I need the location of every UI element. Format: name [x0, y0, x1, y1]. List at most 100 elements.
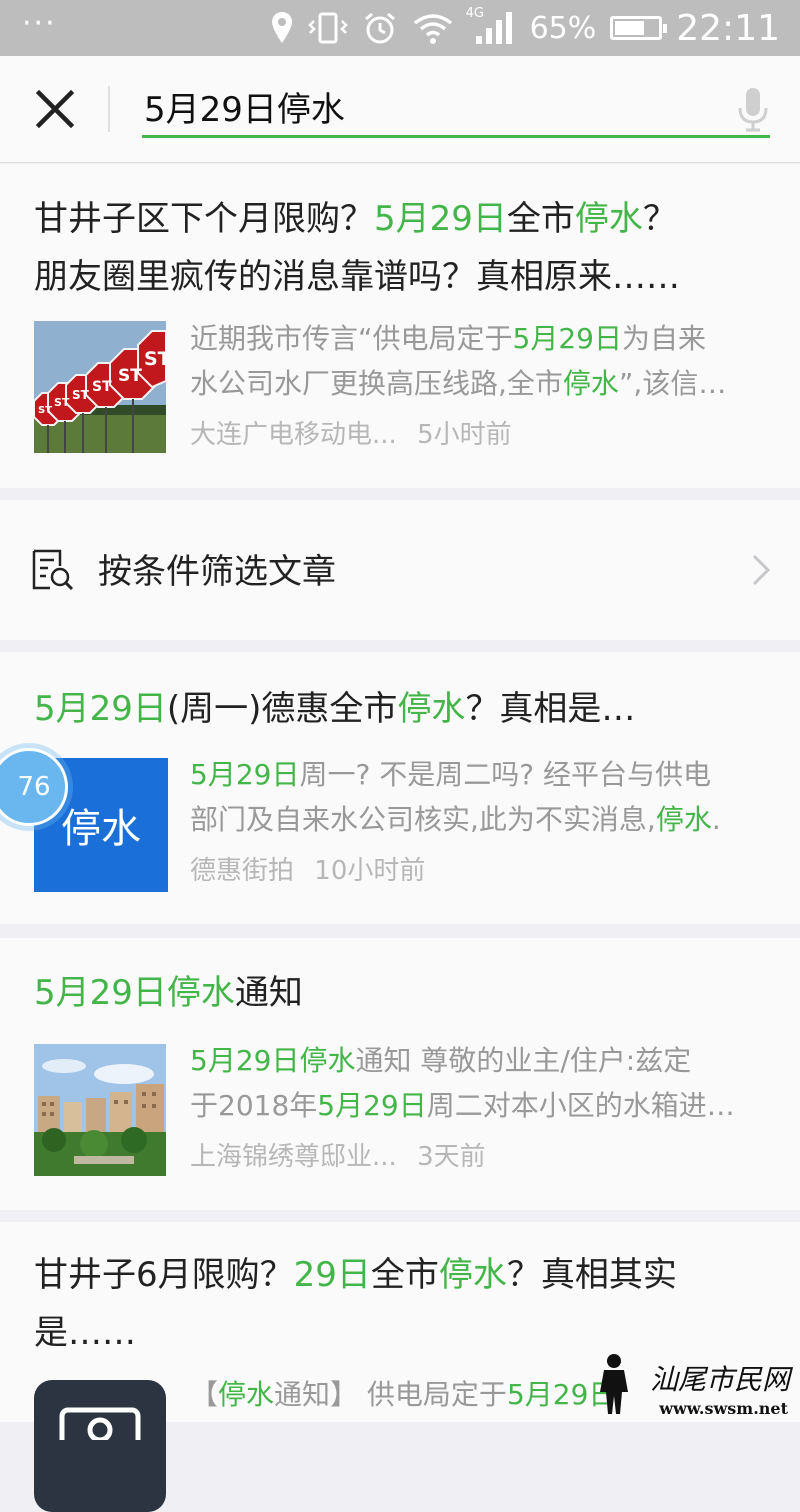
keyword-highlight: 停水 [218, 1378, 275, 1411]
text-segment: ”,该信… [618, 367, 727, 400]
result-title[interactable]: 甘井子6月限购？29日全市停水？真相其实 是…… [34, 1246, 770, 1362]
text-segment: 水公司水厂更换高压线路,全市 [190, 367, 563, 400]
svg-text:ST: ST [144, 348, 166, 370]
result-source: 大连广电移动电... [190, 420, 397, 450]
battery-percent: 65% [529, 10, 597, 46]
svg-text:ST: ST [118, 366, 142, 386]
keyword-highlight: 停水 [166, 973, 235, 1013]
stop-signs-thumbnail[interactable]: ST ST ST ST ST ST [34, 321, 166, 453]
battery-icon [610, 16, 668, 40]
keyword-highlight: 5月29日 [190, 1044, 300, 1077]
status-icons: 4G 65% 22:11 [270, 6, 780, 50]
close-icon[interactable] [30, 84, 80, 134]
filter-articles-row[interactable]: 按条件筛选文章 [0, 500, 800, 640]
battery-fill [615, 21, 644, 35]
title-line-1: 5月29日停水通知 [34, 964, 770, 1022]
residential-buildings-thumbnail[interactable] [34, 1044, 166, 1176]
text-segment: 周一? 不是周二吗? 经平台与供电 [299, 758, 711, 791]
keyword-highlight: 停水 [438, 1255, 507, 1295]
result-card-2[interactable]: 5月29日(周一)德惠全市停水？真相是… 停水 5月29日周一? 不是周二吗? … [0, 652, 800, 924]
svg-text:ST: ST [72, 388, 90, 402]
text-segment: 为自来 [621, 322, 706, 355]
keyword-highlight: 停水 [655, 803, 712, 836]
result-source: 德惠街拍 [190, 856, 295, 886]
result-time: 3天前 [417, 1142, 486, 1172]
title-line-1: 5月29日(周一)德惠全市停水？真相是… [34, 680, 770, 738]
desc-line-2: 于2018年5月29日周二对本小区的水箱进… [190, 1083, 770, 1128]
camera-app-thumbnail[interactable] [34, 1380, 166, 1512]
filter-label: 按条件筛选文章 [98, 552, 336, 592]
keyword-highlight: 5月29日 [512, 322, 622, 355]
residential-buildings-image [34, 1044, 166, 1176]
result-description: 5月29日停水通知 尊敬的业主/住户:兹定 于2018年5月29日周二对本小区的… [190, 1038, 770, 1128]
result-time: 5小时前 [417, 420, 512, 450]
watermark-text: 汕尾市民网 [649, 1363, 790, 1396]
figure-silhouette-icon [600, 1354, 628, 1414]
keyword-highlight: 5月29日 [190, 758, 300, 791]
result-meta: 上海锦绣尊邸业... 3天前 [190, 1136, 486, 1173]
divider [108, 86, 110, 132]
result-source: 上海锦绣尊邸业... [190, 1142, 397, 1172]
result-card-3[interactable]: 5月29日停水通知 5月29日停水通知 尊敬的业主/住户:兹定 于2018年5月… [0, 938, 800, 1210]
result-title[interactable]: 甘井子区下个月限购？5月29日全市停水？ 朋友圈里疯传的消息靠谱吗？真相原来…… [34, 190, 770, 306]
chevron-right-icon [752, 554, 771, 586]
text-segment: 近期我市传言“供电局定于 [190, 322, 513, 355]
search-input[interactable] [142, 78, 770, 138]
mic-icon[interactable] [736, 86, 770, 134]
keyword-highlight: 停水 [299, 1044, 356, 1077]
title-line-1: 甘井子区下个月限购？5月29日全市停水？ [34, 190, 770, 248]
status-bar: ··· 4G 65% 22:11 [0, 0, 800, 56]
text-segment: 全市 [506, 199, 575, 239]
text-segment: 【 [190, 1378, 219, 1411]
camera-app-icon [59, 1407, 141, 1453]
signal-strength-icon [475, 12, 512, 44]
text-segment: . [711, 803, 721, 836]
text-segment: 通知 尊敬的业主/住户:兹定 [355, 1044, 692, 1077]
text-segment: ？真相是… [465, 689, 636, 729]
text-segment: 通知 [234, 973, 303, 1013]
result-title[interactable]: 5月29日(周一)德惠全市停水？真相是… [34, 680, 770, 738]
desc-line-1: 近期我市传言“供电局定于5月29日为自来 [190, 316, 770, 361]
location-icon [271, 12, 292, 43]
result-meta: 大连广电移动电... 5小时前 [190, 414, 512, 451]
keyword-highlight: 停水 [574, 199, 643, 239]
watermark-url: www.swsm.net [659, 1399, 788, 1418]
text-segment: 周二对本小区的水箱进… [426, 1089, 735, 1122]
signal-4g: 4G [466, 6, 516, 46]
keyword-highlight: 停水 [397, 689, 466, 729]
wifi-icon [413, 14, 452, 44]
text-segment: (周一)德惠全市 [166, 689, 398, 729]
stop-signs-image: ST ST ST ST ST ST [34, 321, 166, 453]
result-title[interactable]: 5月29日停水通知 [34, 964, 770, 1022]
keyword-highlight: 5月29日 [34, 973, 167, 1013]
result-time: 10小时前 [314, 856, 426, 886]
result-description: 近期我市传言“供电局定于5月29日为自来 水公司水厂更换高压线路,全市停水”,该… [190, 316, 770, 406]
text-segment: ？真相其实 [506, 1255, 677, 1295]
keyword-highlight: 29日 [293, 1255, 371, 1295]
svg-text:ST: ST [38, 405, 52, 416]
title-line-1: 甘井子6月限购？29日全市停水？真相其实 [34, 1246, 770, 1304]
text-segment: ？ [642, 199, 677, 239]
result-meta: 德惠街拍 10小时前 [190, 850, 425, 887]
site-watermark: 汕尾市民网 www.swsm.net [594, 1352, 794, 1418]
keyword-highlight: 停水 [562, 367, 619, 400]
text-segment: 全市 [370, 1255, 439, 1295]
document-search-icon [32, 549, 74, 591]
text-segment: 甘井子区下个月限购？ [34, 199, 374, 239]
result-description: 5月29日周一? 不是周二吗? 经平台与供电 部门及自来水公司核实,此为不实消息… [190, 752, 770, 842]
desc-line-2: 水公司水厂更换高压线路,全市停水”,该信… [190, 361, 770, 406]
clock: 22:11 [676, 7, 780, 49]
vibrate-icon [307, 12, 348, 44]
search-bar [0, 56, 800, 163]
result-card-1[interactable]: 甘井子区下个月限购？5月29日全市停水？ 朋友圈里疯传的消息靠谱吗？真相原来……… [0, 164, 800, 488]
keyword-highlight: 5月29日 [317, 1089, 427, 1122]
desc-line-1: 5月29日周一? 不是周二吗? 经平台与供电 [190, 752, 770, 797]
alarm-icon [364, 12, 395, 44]
svg-text:ST: ST [54, 396, 70, 409]
desc-line-1: 5月29日停水通知 尊敬的业主/住户:兹定 [190, 1038, 770, 1083]
text-segment: 甘井子6月限购？ [34, 1255, 294, 1295]
desc-line-2: 部门及自来水公司核实,此为不实消息,停水. [190, 797, 770, 842]
title-line-2: 朋友圈里疯传的消息靠谱吗？真相原来…… [34, 257, 680, 297]
text-segment: 部门及自来水公司核实,此为不实消息, [190, 803, 656, 836]
keyword-highlight: 5月29日 [34, 689, 167, 729]
